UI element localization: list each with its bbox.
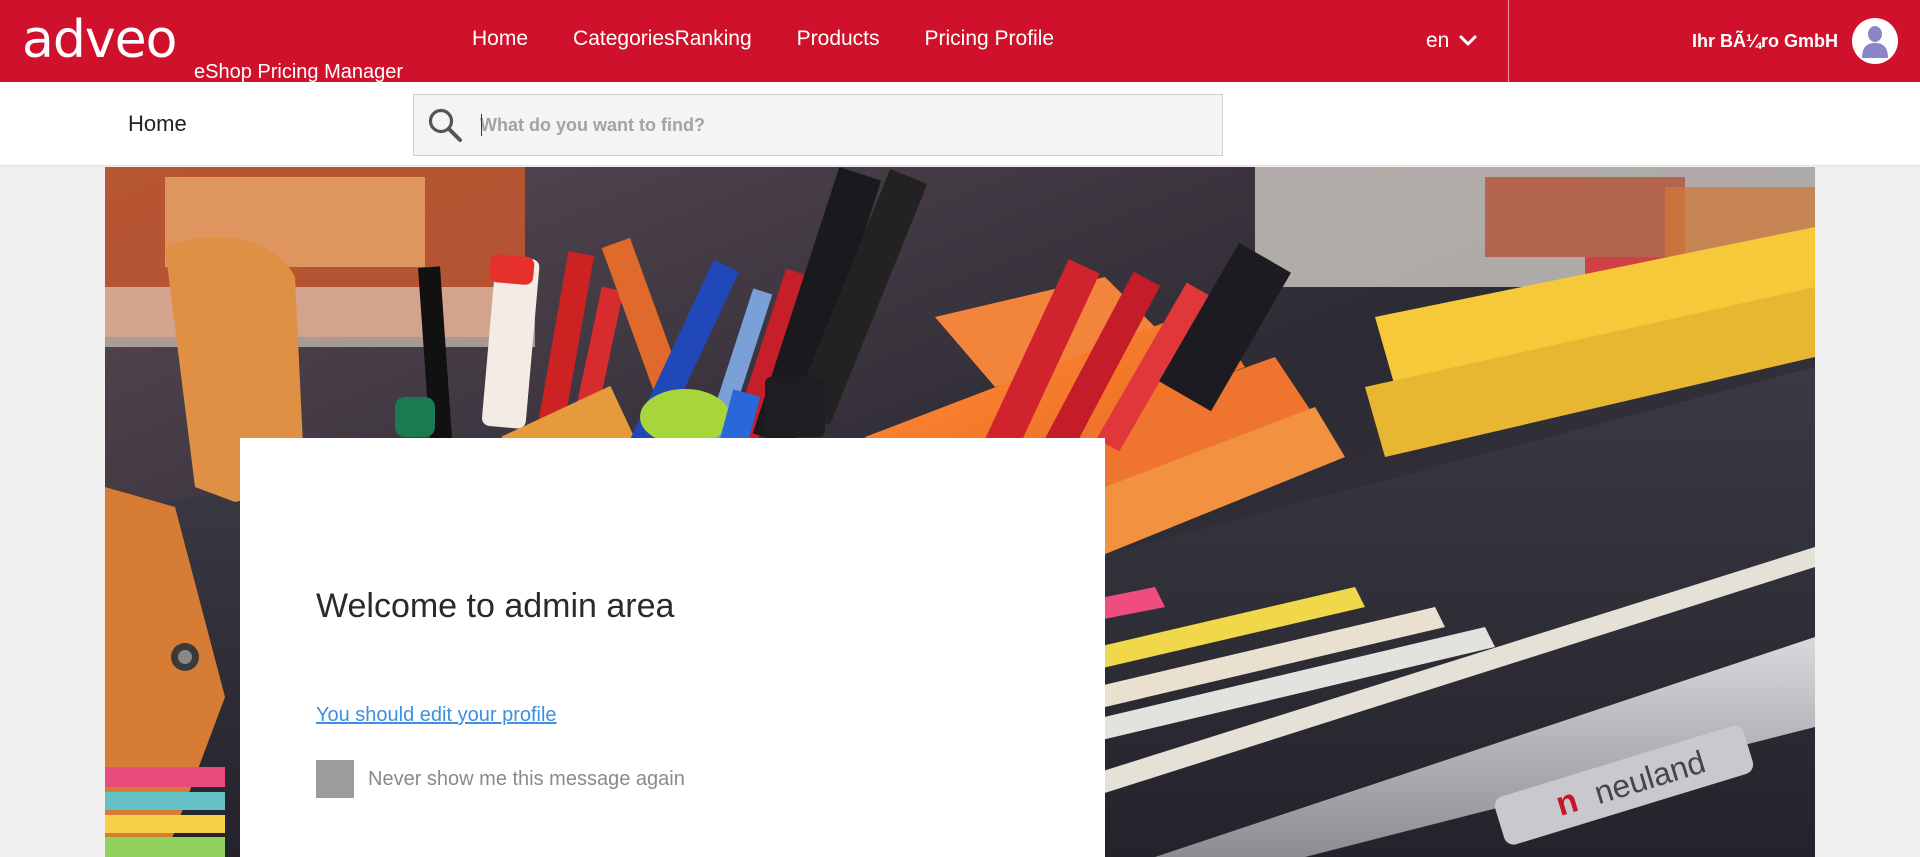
adveo-logo[interactable]: adveo: [22, 14, 177, 66]
welcome-title: Welcome to admin area: [316, 587, 675, 625]
edit-profile-link[interactable]: You should edit your profile: [316, 702, 557, 728]
search-box[interactable]: [413, 94, 1223, 156]
text-cursor: [481, 114, 482, 136]
company-name[interactable]: Ihr BÃ¼ro GmbH: [1600, 28, 1838, 54]
language-code: en: [1426, 29, 1450, 52]
nav-link-home[interactable]: Home: [472, 24, 528, 54]
nav-link-products[interactable]: Products: [797, 24, 880, 54]
magnifier-icon[interactable]: [426, 106, 466, 151]
top-navigation-bar: adveo eShop Pricing Manager Home Categor…: [0, 0, 1920, 83]
chevron-down-icon: [1459, 35, 1477, 47]
nav-link-categories-ranking[interactable]: CategoriesRanking: [573, 24, 752, 54]
main-nav: Home CategoriesRanking Products Pricing …: [472, 24, 1054, 54]
search-bar-row: Home: [0, 82, 1920, 166]
welcome-card: Welcome to admin area You should edit yo…: [240, 438, 1105, 857]
header-divider: [1508, 0, 1509, 82]
never-show-label[interactable]: Never show me this message again: [368, 766, 685, 792]
nav-link-pricing-profile[interactable]: Pricing Profile: [925, 24, 1055, 54]
search-input[interactable]: [480, 95, 1210, 155]
language-selector[interactable]: en: [1426, 26, 1477, 56]
never-show-checkbox[interactable]: [316, 760, 354, 798]
app-tagline: eShop Pricing Manager: [194, 61, 404, 83]
page-title: Home: [128, 111, 187, 136]
user-avatar-icon[interactable]: [1852, 18, 1898, 64]
